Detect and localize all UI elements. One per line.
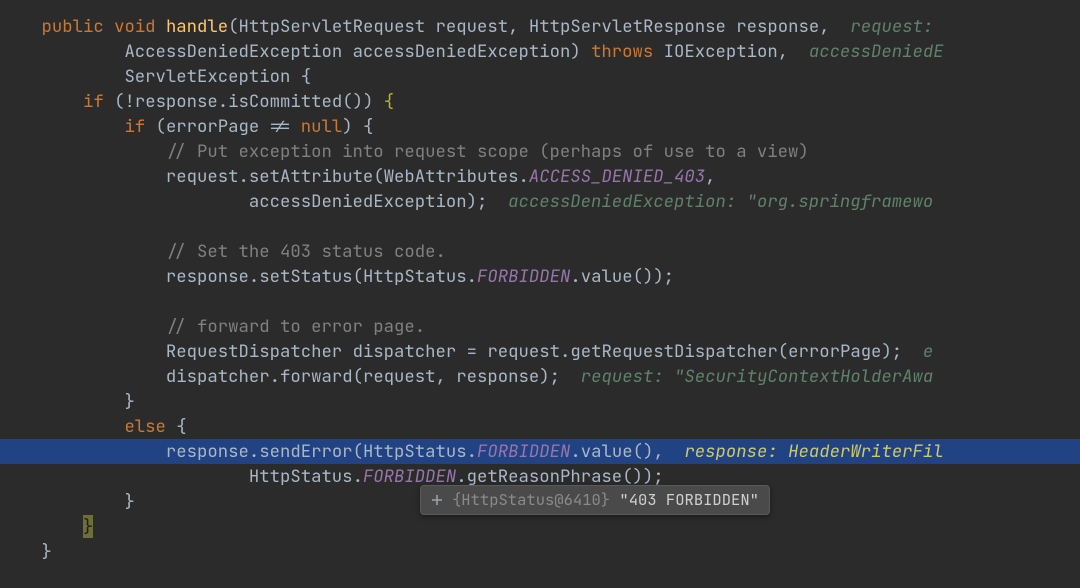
code-line: dispatcher.forward(request, response); r… [0, 364, 1080, 389]
code-line: response.setStatus(HttpStatus.FORBIDDEN.… [0, 264, 1080, 289]
code-line [0, 289, 1080, 314]
inlay-hint: request: "SecurityContextHolderAwa [581, 365, 934, 388]
inlay-hint: request: [850, 15, 933, 38]
code-editor[interactable]: public void handle(HttpServletRequest re… [0, 0, 1080, 588]
brace: } [124, 390, 134, 413]
brace: { [176, 415, 186, 438]
keyword-throws: throws [591, 40, 653, 63]
inlay-hint: accessDeniedException: "org.springframew… [508, 190, 933, 213]
code-line: } [0, 539, 1080, 564]
brace: { [363, 115, 373, 138]
code-line: } [0, 514, 1080, 539]
constant: FORBIDDEN [477, 440, 570, 463]
type: ServletException [124, 65, 290, 88]
constant: FORBIDDEN [477, 265, 570, 288]
debug-value-tooltip[interactable]: {HttpStatus@6410} "403 FORBIDDEN" [420, 485, 770, 515]
keyword-public: public [41, 15, 103, 38]
keyword-void: void [114, 15, 155, 38]
code-line: ServletException { [0, 64, 1080, 89]
code-line [0, 214, 1080, 239]
keyword-null: null [301, 115, 342, 138]
param: response [736, 15, 819, 38]
constant: ACCESS_DENIED_403 [529, 165, 705, 188]
plus-icon[interactable] [429, 492, 445, 508]
keyword-if: if [83, 90, 104, 113]
code-line: AccessDeniedException accessDeniedExcept… [0, 39, 1080, 64]
tooltip-value: "403 FORBIDDEN" [619, 489, 759, 510]
brace-matched: } [83, 515, 93, 538]
code-line: } [0, 389, 1080, 414]
code-line: else { [0, 414, 1080, 439]
current-execution-line: response.sendError(HttpStatus.FORBIDDEN.… [0, 439, 1080, 464]
brace: } [124, 490, 134, 513]
param: request [436, 15, 509, 38]
tooltip-object-ref: {HttpStatus@6410} [452, 489, 610, 510]
code-line: accessDeniedException); accessDeniedExce… [0, 189, 1080, 214]
type: RequestDispatcher [166, 340, 342, 363]
code-line: RequestDispatcher dispatcher = request.g… [0, 339, 1080, 364]
brace: } [41, 540, 51, 563]
comment: // forward to error page. [166, 315, 425, 338]
method-name: handle [166, 15, 228, 38]
code-line: // Set the 403 status code. [0, 239, 1080, 264]
code-line: if (!response.isCommitted()) { [0, 89, 1080, 114]
comment: // Put exception into request scope (per… [166, 140, 809, 163]
code-line: request.setAttribute(WebAttributes.ACCES… [0, 164, 1080, 189]
brace: { [301, 65, 311, 88]
code-line: public void handle(HttpServletRequest re… [0, 14, 1080, 39]
keyword-if: if [124, 115, 145, 138]
inlay-hint: response: HeaderWriterFil [684, 440, 943, 463]
brace: { [384, 90, 394, 113]
inlay-hint: e [923, 340, 933, 363]
type: HttpServletRequest [239, 15, 426, 38]
code-line: // forward to error page. [0, 314, 1080, 339]
code-line: // Put exception into request scope (per… [0, 139, 1080, 164]
keyword-else: else [124, 415, 165, 438]
comment: // Set the 403 status code. [166, 240, 446, 263]
code-line: if (errorPage != null) { [0, 114, 1080, 139]
param: accessDeniedException [353, 40, 571, 63]
type: HttpServletResponse [529, 15, 726, 38]
inlay-hint: accessDeniedE [809, 40, 944, 63]
type: IOException [664, 40, 778, 63]
type: AccessDeniedException [124, 40, 342, 63]
